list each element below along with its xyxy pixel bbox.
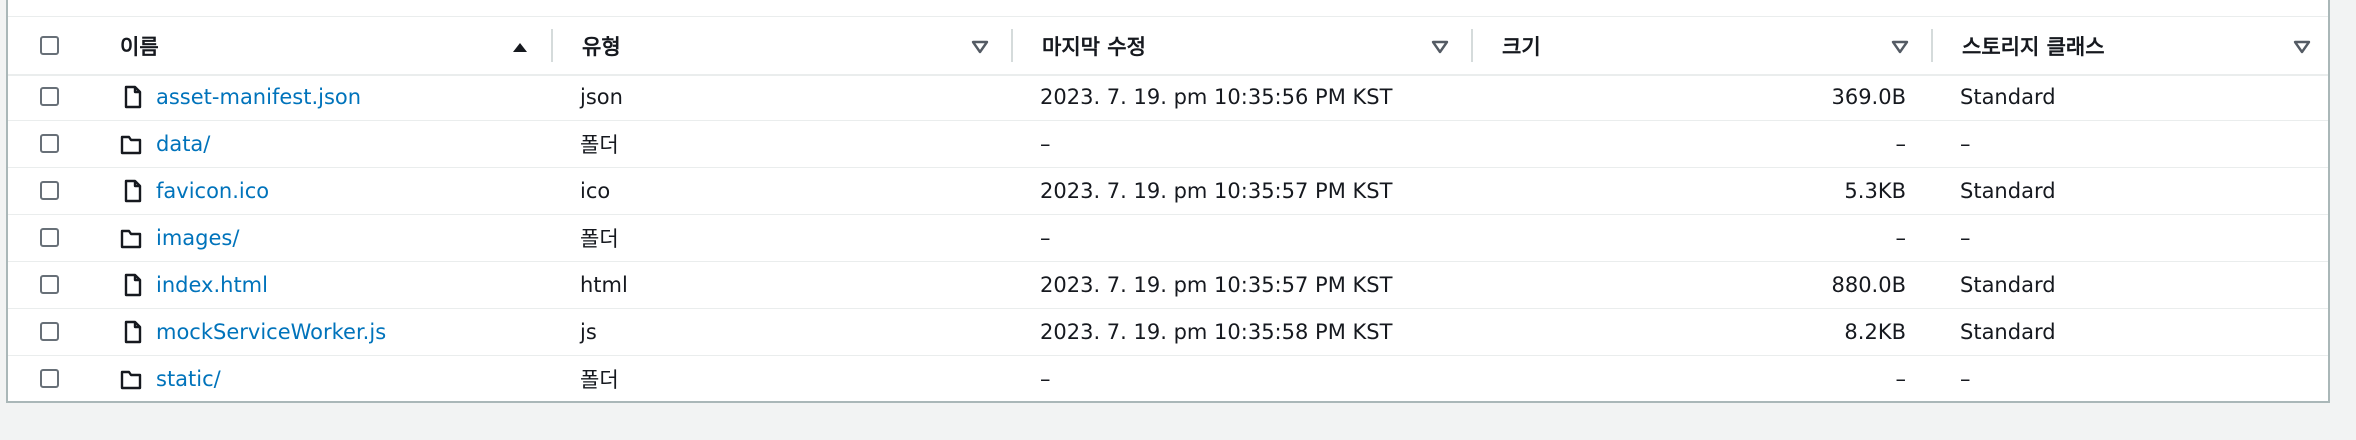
object-storage-class: – (1960, 226, 1971, 250)
sort-descending-icon[interactable] (970, 37, 990, 57)
object-name-link[interactable]: images/ (156, 215, 239, 261)
file-icon (124, 273, 142, 297)
column-header-type[interactable]: 유형 (582, 17, 621, 74)
column-header-name[interactable]: 이름 (120, 17, 159, 74)
object-modified: 2023. 7. 19. pm 10:35:57 PM KST (1040, 273, 1393, 297)
object-name-link[interactable]: favicon.ico (156, 168, 269, 214)
file-icon (124, 85, 142, 109)
table-row[interactable]: data/ 폴더 – – – (8, 121, 2328, 168)
object-size: – (1895, 132, 1907, 156)
object-size: 369.0B (1831, 85, 1906, 109)
object-storage-class: Standard (1960, 273, 2056, 297)
folder-icon (120, 370, 142, 390)
object-storage-class: – (1960, 367, 1971, 391)
object-name-link[interactable]: mockServiceWorker.js (156, 309, 386, 355)
column-header-size[interactable]: 크기 (1502, 17, 1541, 74)
sort-ascending-icon[interactable] (510, 37, 530, 57)
row-checkbox[interactable] (40, 275, 59, 294)
object-type: 폴더 (580, 227, 619, 251)
object-size: – (1895, 367, 1907, 391)
column-header-modified[interactable]: 마지막 수정 (1042, 17, 1146, 74)
object-size: 5.3KB (1844, 179, 1906, 203)
row-checkbox[interactable] (40, 322, 59, 341)
objects-table: 이름 유형 마지막 수정 크기 스토리지 클래스 asset-manifest.… (6, 0, 2330, 403)
object-name-link[interactable]: static/ (156, 356, 221, 402)
column-resizer[interactable] (1011, 29, 1013, 62)
table-body: asset-manifest.json json 2023. 7. 19. pm… (8, 74, 2328, 403)
object-modified: – (1040, 367, 1051, 391)
object-storage-class: Standard (1960, 179, 2056, 203)
column-resizer[interactable] (1931, 29, 1933, 62)
sort-descending-icon[interactable] (2292, 37, 2312, 57)
table-row[interactable]: favicon.ico ico 2023. 7. 19. pm 10:35:57… (8, 168, 2328, 215)
object-size: 880.0B (1831, 273, 1906, 297)
file-icon (124, 320, 142, 344)
table-row[interactable]: images/ 폴더 – – – (8, 215, 2328, 262)
object-name-link[interactable]: index.html (156, 262, 268, 308)
row-checkbox[interactable] (40, 228, 59, 247)
object-modified: 2023. 7. 19. pm 10:35:57 PM KST (1040, 179, 1393, 203)
object-modified: 2023. 7. 19. pm 10:35:58 PM KST (1040, 320, 1393, 344)
table-header: 이름 유형 마지막 수정 크기 스토리지 클래스 (8, 17, 2328, 76)
column-header-modified-label: 마지막 수정 (1042, 34, 1146, 59)
object-size: 8.2KB (1844, 320, 1906, 344)
object-type: js (580, 320, 597, 344)
row-checkbox[interactable] (40, 87, 59, 106)
table-row[interactable]: static/ 폴더 – – – (8, 356, 2328, 403)
object-type: 폴더 (580, 133, 619, 157)
sort-descending-icon[interactable] (1430, 37, 1450, 57)
folder-icon (120, 135, 142, 155)
column-header-size-label: 크기 (1502, 34, 1541, 59)
object-storage-class: – (1960, 132, 1971, 156)
column-header-name-label: 이름 (120, 34, 159, 59)
object-type: json (580, 85, 623, 109)
row-checkbox[interactable] (40, 134, 59, 153)
table-top-border (8, 0, 2328, 17)
object-size: – (1895, 226, 1907, 250)
row-checkbox[interactable] (40, 181, 59, 200)
object-type: 폴더 (580, 368, 619, 392)
column-header-type-label: 유형 (582, 34, 621, 59)
object-type: html (580, 273, 628, 297)
table-row[interactable]: index.html html 2023. 7. 19. pm 10:35:57… (8, 262, 2328, 309)
object-modified: – (1040, 226, 1051, 250)
column-header-storage-class[interactable]: 스토리지 클래스 (1962, 17, 2105, 74)
object-type: ico (580, 179, 611, 203)
column-resizer[interactable] (1471, 29, 1473, 62)
object-storage-class: Standard (1960, 85, 2056, 109)
file-icon (124, 179, 142, 203)
object-name-link[interactable]: data/ (156, 121, 210, 167)
object-storage-class: Standard (1960, 320, 2056, 344)
sort-descending-icon[interactable] (1890, 37, 1910, 57)
column-resizer[interactable] (551, 29, 553, 62)
object-modified: 2023. 7. 19. pm 10:35:56 PM KST (1040, 85, 1393, 109)
table-row[interactable]: asset-manifest.json json 2023. 7. 19. pm… (8, 74, 2328, 121)
object-modified: – (1040, 132, 1051, 156)
select-all-checkbox[interactable] (40, 36, 59, 55)
table-row[interactable]: mockServiceWorker.js js 2023. 7. 19. pm … (8, 309, 2328, 356)
column-header-storage-class-label: 스토리지 클래스 (1962, 34, 2105, 59)
row-checkbox[interactable] (40, 369, 59, 388)
folder-icon (120, 229, 142, 249)
object-name-link[interactable]: asset-manifest.json (156, 74, 361, 120)
